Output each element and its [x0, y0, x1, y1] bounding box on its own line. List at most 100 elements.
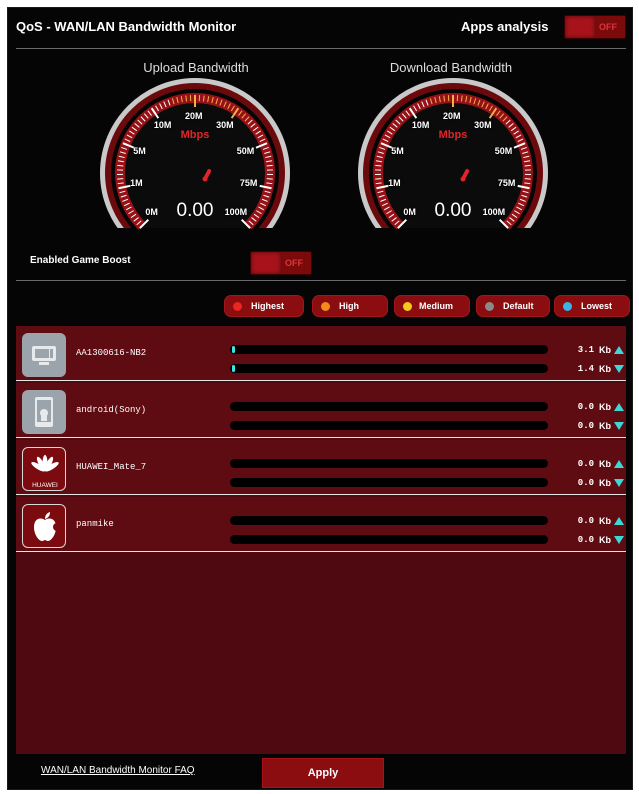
rate-unit: Kb: [599, 516, 611, 526]
download-bar-fill: [232, 365, 236, 372]
upload-rate: 0.0: [577, 402, 594, 412]
device-row[interactable]: panmike 0.0 Kb 0.0 Kb: [16, 497, 626, 552]
priority-dot-icon: [321, 302, 330, 311]
legend-item-default: Default: [476, 295, 550, 317]
upload-bandwidth-gauge: Mbps 0.00 0M 1M 5M 10M 20M 30M 50M 75M 100M: [100, 78, 310, 238]
apple-logo-icon: [22, 504, 66, 548]
gauge-tick-label: 10M: [153, 120, 172, 131]
gauge-tick-label: 50M: [494, 145, 513, 156]
gauge-needle-hub: [202, 176, 208, 182]
gauge-tick: [185, 95, 188, 102]
bandwidth-monitor-faq-link[interactable]: WAN/LAN Bandwidth Monitor FAQ: [41, 765, 195, 776]
apps-analysis-toggle[interactable]: OFF: [564, 15, 626, 39]
gauge-tick-label: 20M: [443, 111, 461, 121]
qos-bandwidth-monitor-window: QoS - WAN/LAN Bandwidth Monitor Apps ana…: [7, 7, 633, 790]
gauge-tick-label: 100M: [224, 206, 248, 217]
gauge-tick: [375, 164, 382, 167]
download-bar: [230, 364, 548, 373]
page-title: QoS - WAN/LAN Bandwidth Monitor: [16, 19, 237, 34]
device-list: AA1300616-NB2 3.1 Kb 1.4 Kb android(Sony…: [16, 326, 626, 754]
toggle-state: OFF: [285, 258, 303, 268]
gauge-needle-hub: [460, 176, 466, 182]
gauge-tick-label: 30M: [216, 120, 234, 131]
rate-unit: Kb: [599, 364, 611, 374]
rate-unit: Kb: [599, 345, 611, 355]
apps-analysis-label: Apps analysis: [461, 19, 549, 34]
gauge-tick-label: 5M: [133, 145, 146, 156]
upload-arrow-icon: [614, 517, 624, 525]
gauge-tick-label: 5M: [391, 145, 404, 156]
gauge-tick: [117, 164, 124, 167]
gauge-tick-label: 0M: [145, 206, 158, 217]
gauge-tick-label: 20M: [185, 111, 203, 121]
download-bar: [230, 421, 548, 430]
android-phone-icon: [22, 390, 66, 434]
legend-item-lowest: Lowest: [554, 295, 630, 317]
rate-unit: Kb: [599, 478, 611, 488]
gauge-base: [105, 228, 285, 238]
huawei-logo-icon: HUAWEI: [22, 447, 66, 491]
legend-item-medium: Medium: [394, 295, 470, 317]
rate-unit: Kb: [599, 421, 611, 431]
device-row[interactable]: HUAWEI HUAWEI_Mate_7 0.0 Kb 0.0 Kb: [16, 440, 626, 495]
download-rate: 1.4: [577, 364, 594, 374]
huawei-logo-text: HUAWEI: [32, 482, 58, 489]
legend-label: High: [339, 301, 359, 311]
download-rate: 0.0: [577, 421, 594, 431]
game-boost-toggle[interactable]: OFF: [250, 251, 312, 275]
upload-rate: 0.0: [577, 516, 594, 526]
download-rate: 0.0: [577, 535, 594, 545]
legend-label: Highest: [251, 301, 285, 311]
section-divider: [16, 280, 626, 281]
gauge-tick-label: 1M: [130, 177, 143, 188]
upload-reading: 0.00: [176, 200, 214, 221]
upload-rate: 0.0: [577, 459, 594, 469]
priority-dot-icon: [563, 302, 572, 311]
gauge-tick-label: 75M: [497, 177, 516, 188]
upload-arrow-icon: [614, 346, 624, 354]
legend-label: Default: [503, 301, 534, 311]
upload-bar: [230, 459, 548, 468]
download-bandwidth-title: Download Bandwidth: [389, 60, 513, 75]
upload-bar: [230, 402, 548, 411]
download-arrow-icon: [614, 365, 624, 373]
legend-label: Lowest: [581, 301, 613, 311]
title-divider: [16, 48, 626, 49]
device-name: AA1300616-NB2: [76, 348, 147, 358]
rate-unit: Kb: [599, 459, 611, 469]
upload-bar: [230, 516, 548, 525]
legend-label: Medium: [419, 301, 454, 311]
upload-arrow-icon: [614, 460, 624, 468]
desktop-icon: [22, 333, 66, 377]
toggle-knob: [251, 252, 281, 274]
device-row[interactable]: android(Sony) 0.0 Kb 0.0 Kb: [16, 383, 626, 438]
game-boost-label: Enabled Game Boost: [30, 255, 131, 266]
download-bar: [230, 478, 548, 487]
gauge-tick: [202, 95, 205, 102]
toggle-knob: [565, 16, 595, 38]
gauge-base: [363, 228, 543, 238]
upload-rate: 3.1: [577, 345, 594, 355]
gauge-tick-label: 100M: [482, 206, 506, 217]
upload-bar-fill: [232, 346, 236, 353]
toggle-state: OFF: [599, 22, 617, 32]
gauge-tick-label: 75M: [239, 177, 258, 188]
download-reading: 0.00: [434, 200, 472, 221]
priority-dot-icon: [403, 302, 412, 311]
gauge-unit: Mbps: [438, 129, 468, 141]
download-arrow-icon: [614, 422, 624, 430]
gauge-unit: Mbps: [180, 129, 210, 141]
download-rate: 0.0: [577, 478, 594, 488]
upload-bandwidth-title: Upload Bandwidth: [143, 60, 249, 75]
device-name: android(Sony): [76, 405, 147, 415]
download-arrow-icon: [614, 479, 624, 487]
device-row[interactable]: AA1300616-NB2 3.1 Kb 1.4 Kb: [16, 326, 626, 381]
gauge-tick: [266, 164, 273, 167]
apply-button[interactable]: Apply: [262, 758, 384, 788]
device-name: HUAWEI_Mate_7: [76, 462, 147, 472]
gauge-tick: [443, 95, 446, 102]
gauge-tick-label: 10M: [411, 120, 430, 131]
upload-bar: [230, 345, 548, 354]
download-bar: [230, 535, 548, 544]
gauge-tick: [460, 95, 463, 102]
